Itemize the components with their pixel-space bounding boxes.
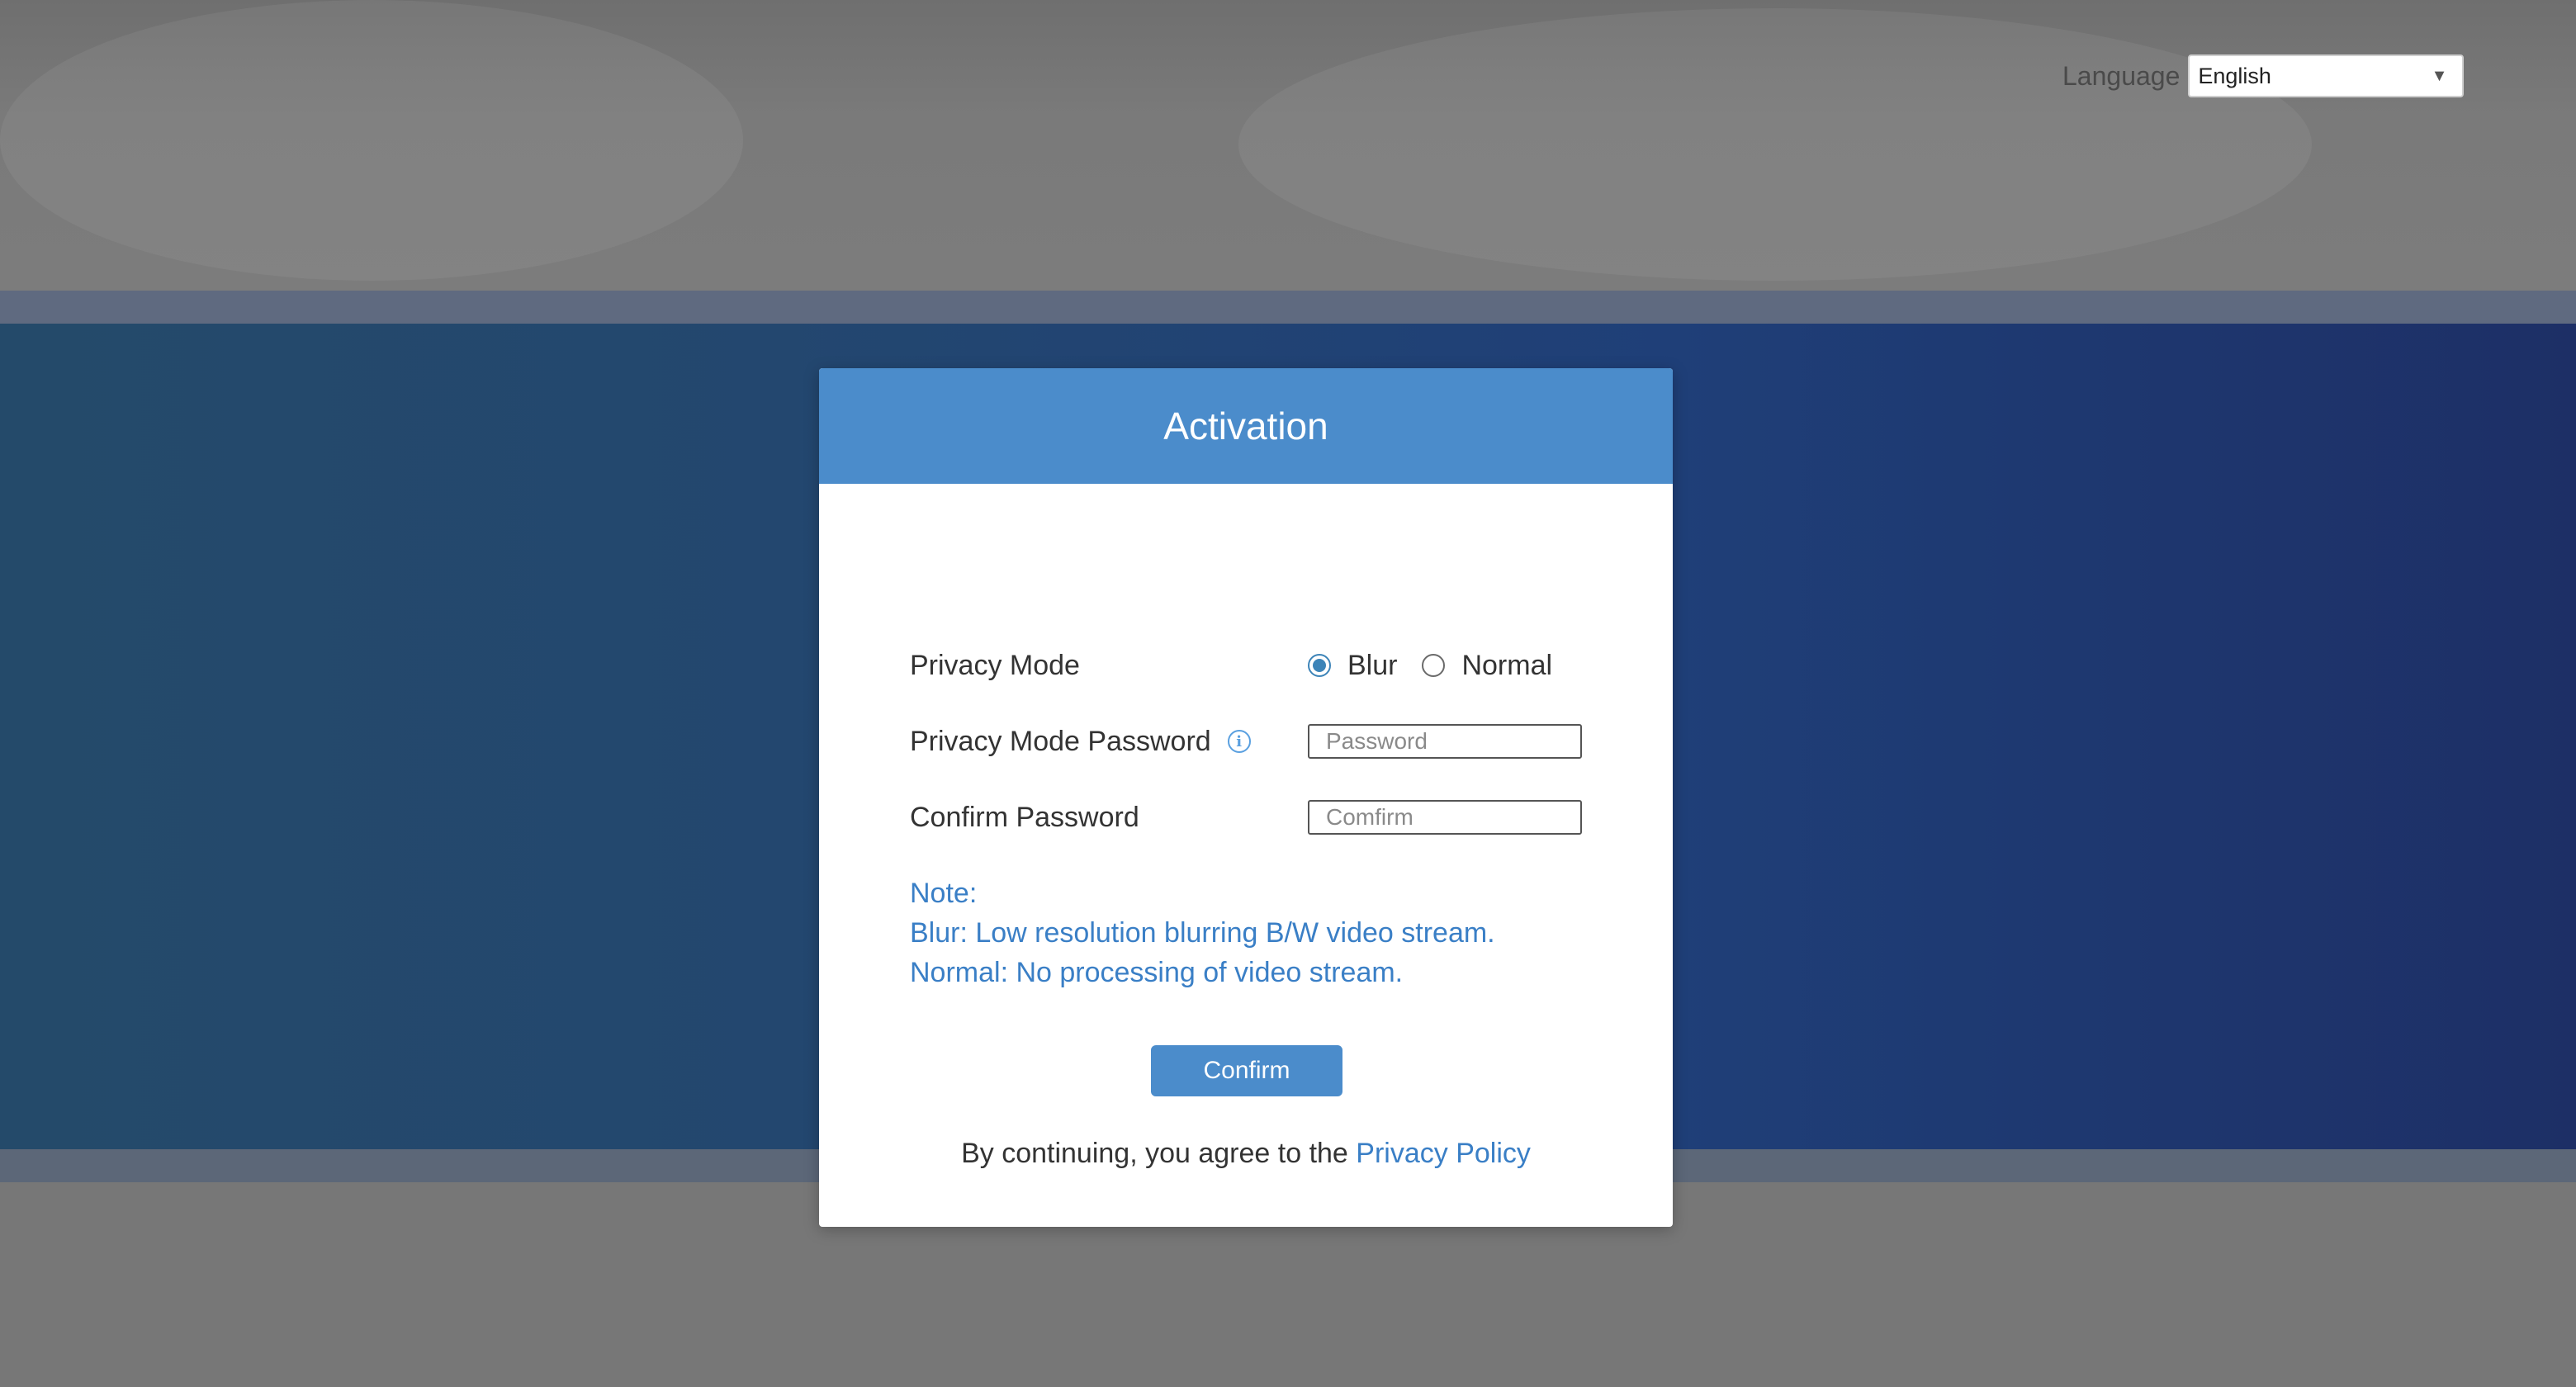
language-dropdown[interactable]: English ▼ (2188, 54, 2465, 97)
map-shape (1238, 8, 2312, 281)
privacy-policy-link[interactable]: Privacy Policy (1356, 1138, 1531, 1169)
radio-selected-dot (1313, 659, 1326, 672)
privacy-password-input[interactable] (1308, 724, 1582, 759)
chevron-down-icon: ▼ (2431, 66, 2448, 85)
privacy-mode-options: Blur Normal (1308, 650, 1552, 682)
radio-normal-label[interactable]: Normal (1461, 650, 1552, 682)
background-band-top (0, 291, 2576, 324)
radio-blur-label[interactable]: Blur (1347, 650, 1397, 682)
privacy-password-control (1308, 724, 1582, 759)
privacy-password-label-wrap: Privacy Mode Password i (910, 726, 1251, 758)
radio-blur[interactable] (1308, 654, 1331, 677)
language-label: Language (2062, 60, 2181, 91)
confirm-password-row: Confirm Password (910, 793, 1587, 842)
confirm-password-input[interactable] (1308, 800, 1582, 835)
confirm-password-label: Confirm Password (910, 801, 1139, 833)
confirm-password-control (1308, 800, 1582, 835)
language-selected: English (2198, 63, 2271, 88)
background-top (0, 0, 2576, 291)
activation-dialog: Activation Privacy Mode Blur Normal Priv… (819, 368, 1673, 1227)
privacy-mode-label: Privacy Mode (910, 649, 1080, 681)
privacy-mode-row: Privacy Mode Blur Normal (910, 641, 1587, 690)
radio-normal[interactable] (1422, 654, 1446, 677)
note-block: Note: Blur: Low resolution blurring B/W … (910, 873, 1587, 992)
map-shape (0, 0, 743, 281)
privacy-password-row: Privacy Mode Password i (910, 717, 1587, 766)
note-line-blur: Blur: Low resolution blurring B/W video … (910, 917, 1495, 949)
info-icon[interactable]: i (1227, 730, 1251, 753)
language-selector: Language English ▼ (2062, 54, 2465, 97)
agreement-prefix: By continuing, you agree to the (961, 1138, 1357, 1169)
note-line-normal: Normal: No processing of video stream. (910, 957, 1404, 988)
dialog-title: Activation (1163, 405, 1328, 447)
confirm-button[interactable]: Confirm (1151, 1045, 1342, 1096)
note-heading: Note: (910, 878, 978, 909)
privacy-password-label: Privacy Mode Password (910, 725, 1211, 757)
dialog-header: Activation (819, 368, 1673, 484)
agreement-text: By continuing, you agree to the Privacy … (819, 1138, 1673, 1170)
